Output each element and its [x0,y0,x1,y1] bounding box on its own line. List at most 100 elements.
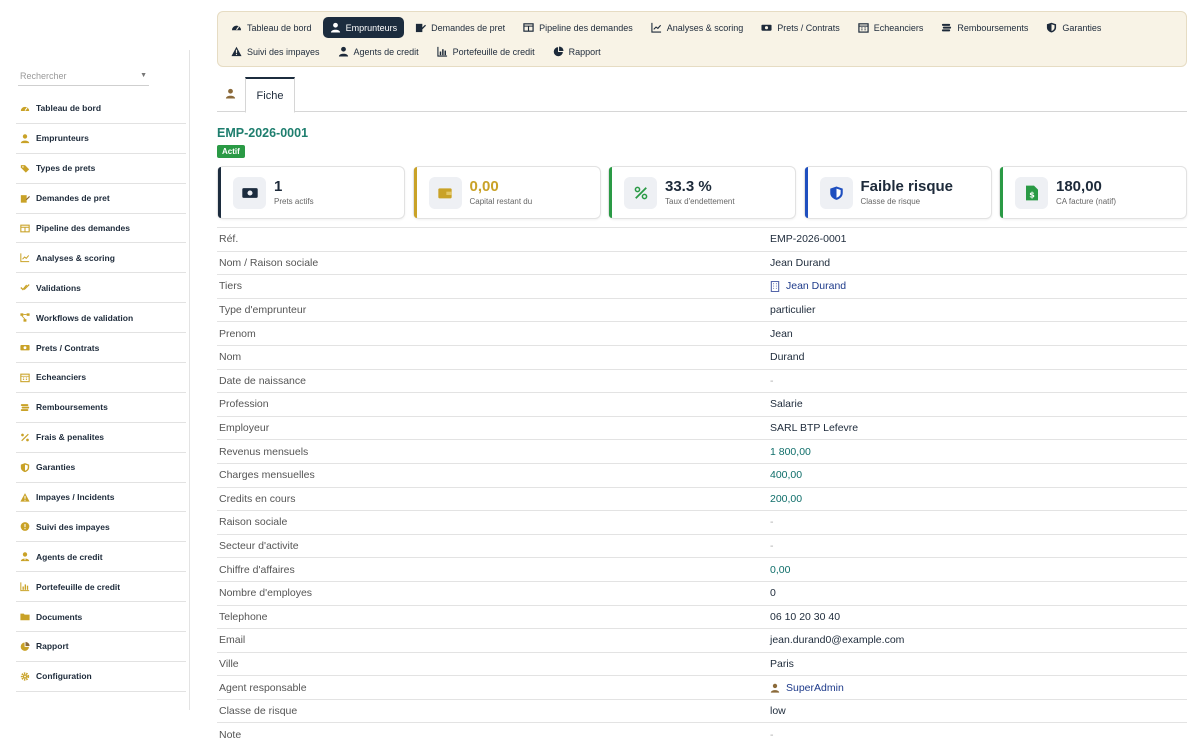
sidebar-item-tableau-de-bord[interactable]: Tableau de bord [16,94,186,124]
sidebar-item-analyses-scoring[interactable]: Analyses & scoring [16,243,186,274]
sidebar-item-validations[interactable]: Validations [16,273,186,304]
detail-row: Note - [217,722,1187,743]
detail-value-text: Jean Durand [786,280,847,293]
detail-key: Secteur d'activite [219,540,299,553]
detail-key: Note [219,728,242,741]
chart-bar-icon [20,582,30,592]
pie-chart-icon [553,46,564,57]
detail-key: Credits en cours [219,492,296,505]
sidebar-item-impayes-incidents[interactable]: Impayes / Incidents [16,483,186,513]
tab-fiche[interactable]: Fiche [245,77,295,113]
detail-value-text: 400,00 [770,469,803,482]
sidebar-item-label: Echeanciers [36,372,87,383]
sidebar-item-label: Frais & penalites [36,432,105,443]
kpi-label: CA facture (natif) [1056,197,1117,206]
sidebar-item-documents[interactable]: Documents [16,602,186,633]
detail-key: Raison sociale [219,516,288,529]
nav-tab-rapport[interactable]: Rapport [546,41,608,62]
nav-tab-label: Garanties [1062,22,1102,33]
sidebar-item-pipeline-des-demandes[interactable]: Pipeline des demandes [16,214,186,244]
nav-tab-emprunteurs[interactable]: Emprunteurs [322,17,405,38]
sidebar-item-label: Analyses & scoring [36,252,115,263]
sidebar-item-emprunteurs[interactable]: Emprunteurs [16,124,186,154]
sidebar-item-label: Garanties [36,462,76,473]
folder-icon [20,612,30,622]
detail-value-text: Paris [770,657,794,670]
sidebar-item-frais-penalites[interactable]: Frais & penalites [16,423,186,453]
detail-key: Telephone [219,610,268,623]
detail-value: Paris [770,658,794,670]
sidebar-item-remboursements[interactable]: Remboursements [16,393,186,423]
sidebar-item-prets-contrats[interactable]: Prets / Contrats [16,333,186,364]
nav-tab-pipeline-des-demandes[interactable]: Pipeline des demandes [516,17,640,38]
nav-tab-demandes-de-pret[interactable]: Demandes de pret [408,17,512,38]
detail-key: Ville [219,657,239,670]
detail-value[interactable]: Jean Durand [770,280,846,292]
sidebar-item-rapport[interactable]: Rapport [16,632,186,662]
kpi-card: 1 Prets actifs [217,166,405,219]
detail-key: Employeur [219,422,270,435]
detail-value-text: low [770,705,786,718]
detail-value: 0,00 [770,564,790,576]
sidebar-item-garanties[interactable]: Garanties [16,453,186,483]
detail-value-text: - [770,374,774,387]
nav-tab-label: Analyses & scoring [666,22,744,33]
sidebar-item-echeanciers[interactable]: Echeanciers [16,363,186,393]
nav-tab-prets-contrats[interactable]: Prets / Contrats [754,17,847,38]
dashboard-icon [20,103,30,113]
sidebar-item-label: Workflows de validation [36,312,134,323]
nav-tab-garanties[interactable]: Garanties [1039,17,1108,38]
sidebar-item-label: Pipeline des demandes [36,223,131,233]
sidebar-item-label: Rapport [36,641,69,652]
detail-key: Tiers [219,280,242,293]
detail-row: Nom / Raison sociale Jean Durand [217,250,1187,275]
top-nav-row-1: Tableau de bord Emprunteurs Demandes de pr… [224,17,1112,38]
tab-user[interactable] [217,77,244,112]
nav-tab-suivi-des-impayes[interactable]: Suivi des impayes [224,41,327,62]
sidebar-item-label: Types de prets [36,163,96,174]
search-select[interactable]: Rechercher ▼ [18,66,149,86]
detail-value-text: - [770,728,774,741]
kpi-value: 180,00 [1056,178,1102,195]
nav-tab-label: Echeanciers [873,22,924,33]
detail-row: Date de naissance - [217,368,1187,393]
detail-value: - [770,540,774,552]
sidebar-item-configuration[interactable]: Configuration [16,662,186,692]
detail-key: Charges mensuelles [219,469,315,482]
nav-tab-agents-de-credit[interactable]: Agents de credit [331,41,426,62]
detail-row: Nom Durand [217,344,1187,369]
sidebar-item-label: Remboursements [36,402,108,413]
nav-tab-echeanciers[interactable]: Echeanciers [851,17,931,38]
sidebar-item-workflows-de-validation[interactable]: Workflows de validation [16,303,186,334]
nav-tab-analyses-scoring[interactable]: Analyses & scoring [644,17,751,38]
sidebar-item-portefeuille-de-credit[interactable]: Portefeuille de credit [16,572,186,603]
sidebar-item-demandes-de-pret[interactable]: Demandes de pret [16,184,186,214]
nav-tab-label: Emprunteurs [345,22,398,33]
detail-value[interactable]: SuperAdmin [770,682,844,694]
shield-icon [819,177,853,209]
sidebar-item-types-de-prets[interactable]: Types de prets [16,154,186,184]
kpi-value: Faible risque [860,178,954,195]
dashboard-icon [231,22,242,33]
sidebar-menu: Tableau de bord Emprunteurs Types de prets… [16,94,186,692]
sidebar-item-label: Tableau de bord [36,103,102,114]
sidebar-item-label: Demandes de pret [36,193,110,204]
coins-icon [941,22,952,33]
kpi-value: 1 [274,178,283,195]
detail-value-text: 200,00 [770,492,803,505]
warning-icon [20,492,30,502]
kpi-card: $ 180,00 CA facture (natif) [999,166,1187,219]
check-double-icon [20,283,30,293]
nav-tab-portefeuille-de-credit[interactable]: Portefeuille de credit [430,41,542,62]
sidebar-item-agents-de-credit[interactable]: Agents de credit [16,542,186,573]
nav-tab-tableau-de-bord[interactable]: Tableau de bord [224,17,319,38]
sidebar: Rechercher ▼ Tableau de bord Emprunteurs T… [0,0,191,743]
nav-tab-remboursements[interactable]: Remboursements [934,17,1035,38]
sidebar-item-suivi-des-impayes[interactable]: Suivi des impayes [16,512,186,543]
detail-value: Durand [770,351,804,363]
detail-key: Email [219,634,246,647]
detail-row: Tiers Jean Durand [217,274,1187,298]
detail-key: Date de naissance [219,374,306,387]
detail-row: Secteur d'activite - [217,533,1187,558]
detail-value-text: 0 [770,587,776,600]
